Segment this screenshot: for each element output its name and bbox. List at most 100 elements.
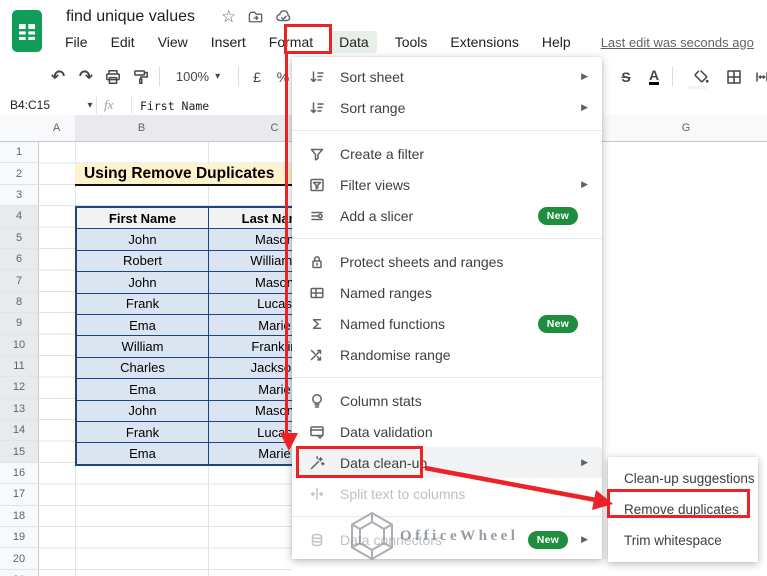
formula-input[interactable]: First Name: [140, 99, 209, 113]
zoom-control[interactable]: 100%: [167, 57, 229, 96]
menu-item-label: Sort range: [340, 99, 406, 116]
paint-format-icon[interactable]: [129, 57, 153, 96]
menu-item-label: Data connectors: [340, 531, 442, 548]
menu-edit[interactable]: Edit: [106, 31, 140, 53]
menu-help[interactable]: Help: [537, 31, 576, 53]
cell[interactable]: Frank: [75, 420, 209, 444]
select-all-corner[interactable]: [0, 115, 39, 142]
cell[interactable]: Charles: [75, 356, 209, 380]
menu-item-named-ranges[interactable]: Named ranges: [292, 277, 602, 308]
column-header-g[interactable]: G: [635, 115, 738, 142]
cell[interactable]: William: [75, 335, 209, 358]
menu-item-label: Sort sheet: [340, 68, 404, 85]
row-number[interactable]: 13: [0, 398, 38, 421]
borders-icon[interactable]: [722, 57, 746, 96]
star-icon[interactable]: [221, 7, 236, 27]
strikethrough-icon[interactable]: S: [614, 57, 638, 96]
toolbar-divider: [238, 67, 239, 86]
undo-icon[interactable]: [46, 57, 70, 96]
cell[interactable]: Robert: [75, 249, 209, 273]
row-number[interactable]: 18: [0, 506, 38, 528]
row-number[interactable]: 1: [0, 142, 38, 164]
formula-bar-divider: [131, 97, 132, 114]
text-color-icon[interactable]: A: [642, 57, 666, 96]
name-box[interactable]: B4:C15: [10, 98, 50, 112]
sheets-logo: [12, 10, 42, 52]
print-icon[interactable]: [101, 57, 125, 96]
row-number[interactable]: 6: [0, 248, 38, 271]
percent-format-button[interactable]: %: [272, 57, 294, 96]
row-number[interactable]: 7: [0, 270, 38, 292]
row-gutter: 1 2 3 4 5 6 7 8 9 10 11 12 13 14 15 16 1…: [0, 142, 39, 576]
menu-insert[interactable]: Insert: [206, 31, 251, 53]
menu-item-column-stats[interactable]: Column stats: [292, 385, 602, 416]
move-to-folder-icon[interactable]: [247, 9, 264, 26]
lock-icon: [312, 255, 322, 268]
menu-item-label: Column stats: [340, 392, 422, 409]
currency-format-button[interactable]: £: [246, 57, 268, 96]
menu-item-sort-range[interactable]: Sort range ▶: [292, 92, 602, 123]
submenu-item-trim-whitespace[interactable]: Trim whitespace: [608, 525, 758, 556]
cell[interactable]: Ema: [75, 313, 209, 337]
row-number[interactable]: 21: [0, 570, 38, 576]
menu-item-label: Named functions: [340, 315, 446, 332]
zoom-value: 100%: [175, 69, 210, 84]
menu-tools[interactable]: Tools: [390, 31, 433, 53]
database-icon: [311, 533, 323, 546]
menu-item-filter-views[interactable]: Filter views ▶: [292, 169, 602, 200]
row-number[interactable]: 2: [0, 163, 38, 185]
cell[interactable]: Ema: [75, 442, 209, 466]
row-number[interactable]: 9: [0, 313, 38, 335]
menu-item-protect-sheets-and-ranges[interactable]: Protect sheets and ranges: [292, 246, 602, 277]
menu-item-randomise-range[interactable]: Randomise range: [292, 339, 602, 370]
title-bar: find unique values: [66, 6, 304, 28]
cell[interactable]: John: [75, 228, 209, 251]
row-number[interactable]: 19: [0, 527, 38, 549]
menu-view[interactable]: View: [153, 31, 193, 53]
row-number[interactable]: 17: [0, 484, 38, 506]
column-header-a[interactable]: A: [38, 115, 76, 142]
cell[interactable]: Ema: [75, 378, 209, 401]
row-number[interactable]: 16: [0, 463, 38, 485]
menu-separator: [292, 377, 602, 378]
new-badge: New: [527, 530, 568, 549]
annotation-box-remove-duplicates: [607, 489, 750, 518]
menu-item-create-a-filter[interactable]: Create a filter: [292, 138, 602, 169]
column-header-b[interactable]: B: [75, 115, 209, 142]
fill-color-icon[interactable]: [687, 57, 713, 96]
filter-views-icon: [310, 178, 324, 191]
column-header-f-partial[interactable]: [602, 115, 636, 142]
column-header-h-partial[interactable]: [737, 115, 767, 142]
cell[interactable]: John: [75, 399, 209, 422]
cell[interactable]: John: [75, 271, 209, 294]
row-number[interactable]: 11: [0, 355, 38, 378]
document-title[interactable]: find unique values: [66, 8, 195, 26]
new-badge: New: [537, 314, 578, 333]
row-number[interactable]: 10: [0, 334, 38, 356]
name-box-caret-icon[interactable]: [80, 97, 94, 114]
row-number[interactable]: 14: [0, 420, 38, 442]
sort-icon: [310, 70, 324, 82]
menu-extensions[interactable]: Extensions: [445, 31, 523, 53]
row-number[interactable]: 3: [0, 185, 38, 207]
redo-icon[interactable]: [74, 57, 98, 96]
cell[interactable]: Frank: [75, 292, 209, 315]
menu-item-sort-sheet[interactable]: Sort sheet ▶: [292, 61, 602, 92]
menu-data[interactable]: Data: [331, 31, 377, 53]
row-number[interactable]: 20: [0, 548, 38, 570]
merge-cells-icon[interactable]: [750, 57, 767, 96]
row-number[interactable]: 4: [0, 206, 38, 228]
last-edit-status[interactable]: Last edit was seconds ago: [601, 35, 754, 50]
menu-item-named-functions[interactable]: Named functions New: [292, 308, 602, 339]
row-number[interactable]: 15: [0, 441, 38, 463]
row-number[interactable]: 12: [0, 377, 38, 399]
menu-item-data-validation[interactable]: Data validation: [292, 416, 602, 447]
table-header-first-name[interactable]: First Name: [75, 206, 209, 230]
data-validation-icon: [310, 425, 324, 439]
sigma-icon: [312, 318, 322, 329]
shuffle-icon: [310, 349, 322, 361]
row-number[interactable]: 8: [0, 291, 38, 314]
menu-item-add-a-slicer[interactable]: Add a slicer New: [292, 200, 602, 231]
menu-file[interactable]: File: [60, 31, 93, 53]
row-number[interactable]: 5: [0, 227, 38, 249]
